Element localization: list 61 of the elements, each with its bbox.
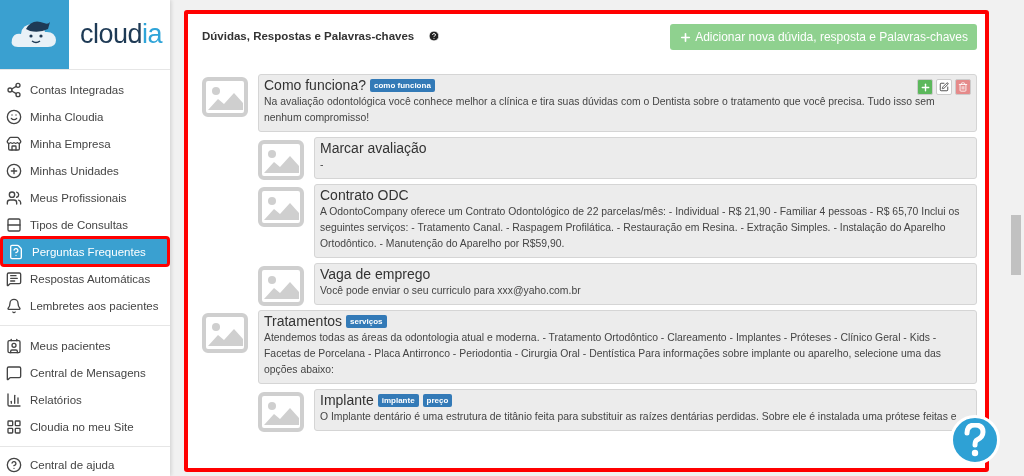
contact-card-icon (6, 337, 22, 354)
grid-icon (6, 418, 22, 435)
plus-icon (679, 30, 693, 44)
faq-answer: O Implante dentário é uma estrutura de titânio feita para substituir as raízes dentárias perdidas. Sobre ele é instalada uma prótese feitas e (320, 410, 958, 424)
sidebar-item[interactable]: Relatórios (0, 386, 170, 413)
share-icon (6, 81, 22, 98)
sidebar-item[interactable]: Minha Cloudia (0, 103, 170, 130)
edit-button[interactable] (936, 79, 952, 95)
faq-title: Implante (320, 392, 374, 408)
image-placeholder-icon (258, 266, 304, 306)
storefront-icon (6, 135, 22, 152)
smiley-face-icon (6, 108, 22, 125)
plus-circle-icon (6, 162, 22, 179)
sidebar-item[interactable]: Meus Profissionais (0, 184, 170, 211)
sidebar-item[interactable]: Minha Empresa (0, 130, 170, 157)
faq-title: Tratamentos (264, 313, 343, 329)
sidebar-item[interactable]: Contas Integradas (0, 76, 170, 103)
faq-title: Marcar avaliação (320, 140, 427, 156)
image-placeholder-icon (202, 77, 248, 117)
image-placeholder-icon (258, 187, 304, 227)
sidebar-item[interactable]: Tipos de Consultas (0, 211, 170, 238)
sidebar-item[interactable]: Central de Mensagens (0, 359, 170, 386)
image-placeholder-icon (202, 313, 248, 353)
stacked-rows-icon (6, 216, 22, 233)
logo-icon (0, 0, 69, 69)
keyword-tag: implante (377, 393, 419, 407)
question-mark-icon (964, 423, 986, 457)
keyword-tag: preço (422, 393, 453, 407)
keyword-tag: serviços (346, 314, 387, 328)
edit-icon (939, 82, 949, 92)
faq-title: Contrato ODC (320, 187, 409, 203)
faq-answer: Na avaliação odontológica você conhece melhor a clínica e tira suas dúvidas com o Dentista sobre o tratamento que você precisa. Tudo isso sem nenhum compromisso! (264, 95, 936, 125)
question-document-icon (8, 243, 24, 260)
bell-icon (6, 297, 22, 314)
section-title: Dúvidas, Respostas e Palavras-chaves (202, 30, 415, 42)
sidebar-item[interactable]: Cloudia no meu Site (0, 413, 170, 440)
image-placeholder-icon (258, 392, 304, 432)
sidebar-item[interactable]: Meus pacientes (0, 332, 170, 359)
help-icon (6, 456, 22, 473)
faq-answer: Atendemos todas as áreas da odontologia atual e moderna. - Tratamento Ortodôntico - Clareamento - Implantes - Próteses - Clínico Geral - Kids - Facetas de Porcelana - Placa Antirronco - Periodontia - Cirurgia Oral - Dentística Para informações sobre implante ou aparelho, selecione uma das opções abaixo: (264, 331, 942, 377)
faq-title: Como funciona? (264, 77, 366, 93)
keyword-tag: como funciona (369, 78, 435, 92)
image-placeholder-icon (258, 140, 304, 180)
delete-button[interactable] (955, 79, 971, 95)
sidebar-item[interactable]: Central de ajuda (0, 451, 170, 476)
add-button[interactable] (917, 79, 933, 95)
trash-icon (958, 82, 968, 92)
bar-chart-icon (6, 391, 22, 408)
faq-title: Vaga de emprego (320, 266, 431, 282)
plus-icon (919, 81, 931, 93)
chat-bubble-icon (6, 364, 22, 381)
faq-answer: - (320, 158, 325, 172)
faq-answer: Você pode enviar o seu curriculo para xxx@yaho.com.br (320, 284, 582, 298)
sidebar-item[interactable]: Minhas Unidades (0, 157, 170, 184)
help-icon (428, 30, 441, 42)
sidebar-item[interactable]: Respostas Automáticas (0, 265, 170, 292)
faq-answer: A OdontoCompany oferece um Contrato Odontológico de 22 parcelas/mês: - Individual - R$ 21,90 - Familiar 4 pessoas - R$ 65,70 Inclui os seguintes serviços: - Tratamento Canal. - Raspagem Profilática. - Restauração em Resina. - Extração Simples. - Instalação do Aparelho Ortodôntico. - Manutenção do Aparelho por R$59,90. (320, 205, 961, 251)
sidebar-item[interactable]: Lembretes aos pacientes (0, 292, 170, 319)
message-lines-icon (6, 270, 22, 287)
brand-name: cloudia (80, 19, 163, 50)
people-icon (6, 189, 22, 206)
